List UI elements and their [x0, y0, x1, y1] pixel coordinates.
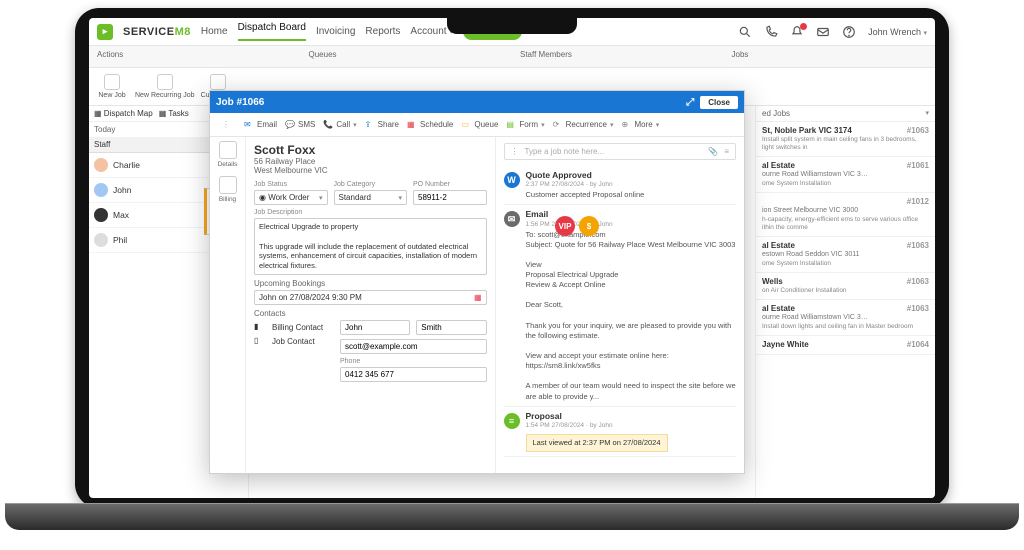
modal-title: Job #1066: [216, 97, 264, 108]
booking-row[interactable]: John on 27/08/2024 9:30 PM▦: [254, 290, 487, 305]
po-number-input[interactable]: [413, 190, 487, 205]
expand-icon[interactable]: ⤢: [686, 97, 694, 108]
tb-share[interactable]: ⇪Share: [365, 120, 399, 130]
billing-contact-row[interactable]: ▮Billing Contact: [254, 322, 334, 334]
contact-phone-input[interactable]: [340, 367, 487, 382]
logo-icon: ▸: [97, 24, 113, 40]
dispatch-map-tab[interactable]: ▦ Dispatch Map: [94, 109, 153, 118]
job-description-textarea[interactable]: Electrical Upgrade to propertyThis upgra…: [254, 218, 487, 275]
section-staff: Staff Members: [512, 46, 724, 67]
tb-more[interactable]: ⊕More▾: [621, 120, 659, 130]
customer-name: Scott Foxx: [254, 143, 487, 157]
tb-form[interactable]: ▤Form▾: [506, 120, 544, 130]
job-card[interactable]: al Estate#1063estown Road Seddon VIC 301…: [756, 237, 935, 273]
nav-reports[interactable]: Reports: [365, 26, 400, 37]
modal-toolbar: ⋮ ✉Email 💬SMS 📞Call▾ ⇪Share ▦Schedule ▭Q…: [210, 113, 744, 137]
jobs-column: ed Jobs ▾ St, Noble Park VIC 3174#1063In…: [755, 106, 935, 498]
job-card[interactable]: al Estate#1061ourne Road Williamstown VI…: [756, 157, 935, 193]
user-name[interactable]: John Wrench ▾: [868, 27, 927, 37]
nav-account[interactable]: Account ▾: [410, 26, 452, 37]
activity-item[interactable]: WQuote Approved2:37 PM 27/08/2024 · by J…: [504, 166, 737, 205]
details-pane: Scott Foxx 56 Railway PlaceWest Melbourn…: [246, 137, 496, 473]
job-card[interactable]: Jayne White#1064: [756, 336, 935, 355]
job-modal: Job #1066 ⤢ Close ⋮ ✉Email 💬SMS 📞Call▾ ⇪S…: [209, 90, 745, 474]
tb-call[interactable]: 📞Call▾: [323, 120, 356, 130]
help-icon[interactable]: [842, 25, 856, 39]
job-card[interactable]: al Estate#1063ourne Road Williamstown VI…: [756, 300, 935, 336]
section-headers: Actions Queues Staff Members Jobs: [89, 46, 935, 68]
tab-details[interactable]: Details: [218, 141, 238, 168]
job-card[interactable]: Wells#1063on Air Conditioner Installatio…: [756, 273, 935, 300]
job-card[interactable]: St, Noble Park VIC 3174#1063Install spli…: [756, 122, 935, 157]
tab-billing[interactable]: Billing: [219, 176, 237, 203]
phone-icon[interactable]: [764, 25, 778, 39]
nav-dispatch[interactable]: Dispatch Board: [238, 22, 306, 41]
contact-email-input[interactable]: [340, 339, 487, 354]
bell-icon[interactable]: [790, 25, 804, 39]
tasks-tab[interactable]: ▦ Tasks: [159, 109, 189, 118]
tb-schedule[interactable]: ▦Schedule: [407, 120, 453, 130]
job-card[interactable]: #1012ion Street Melbourne VIC 3000h-capa…: [756, 193, 935, 237]
logo-text: SERVICEM8: [123, 26, 191, 38]
section-queues: Queues: [301, 46, 513, 67]
nav-invoicing[interactable]: Invoicing: [316, 26, 355, 37]
job-contact-row[interactable]: ▯Job Contact: [254, 336, 334, 348]
section-actions: Actions: [89, 46, 301, 67]
tb-sms[interactable]: 💬SMS: [285, 120, 315, 130]
activity-item[interactable]: ✉Email1:56 PM 27/08/2024 · by JohnTo: sc…: [504, 205, 737, 406]
tb-email[interactable]: ✉Email: [244, 120, 277, 130]
activity-pane: ⋮ Type a job note here... 📎 ≡ WQuote App…: [496, 137, 745, 473]
ribbon-new-job[interactable]: New Job: [95, 71, 129, 102]
job-note-input[interactable]: ⋮ Type a job note here... 📎 ≡: [504, 143, 737, 160]
customer-address: 56 Railway PlaceWest Melbourne VIC: [254, 157, 487, 175]
staff-header: Staff: [89, 137, 209, 152]
job-status-select[interactable]: ◉ Work Order▾: [254, 190, 328, 205]
close-button[interactable]: Close: [700, 96, 738, 109]
activity-item[interactable]: ≡Proposal1:54 PM 27/08/2024 · by JohnLas…: [504, 407, 737, 457]
toolbar-menu-icon[interactable]: ⋮: [216, 120, 236, 129]
nav-home[interactable]: Home: [201, 26, 228, 37]
note-menu-icon[interactable]: ≡: [724, 147, 729, 156]
tb-queue[interactable]: ▭Queue: [461, 120, 498, 130]
attachment-icon[interactable]: 📎: [708, 147, 718, 156]
section-jobs: Jobs: [724, 46, 936, 67]
tb-recurrence[interactable]: ⟳Recurrence▾: [553, 120, 614, 130]
ribbon-new-recurring[interactable]: New Recurring Job: [135, 71, 195, 102]
scheduled-jobs-label[interactable]: ed Jobs ▾: [756, 106, 935, 122]
contact-first-input[interactable]: [340, 320, 410, 335]
search-icon[interactable]: [738, 25, 752, 39]
inbox-icon[interactable]: [816, 25, 830, 39]
modal-side-tabs: Details Billing: [210, 137, 246, 473]
job-category-select[interactable]: Standard▾: [334, 190, 408, 205]
contact-last-input[interactable]: [416, 320, 486, 335]
